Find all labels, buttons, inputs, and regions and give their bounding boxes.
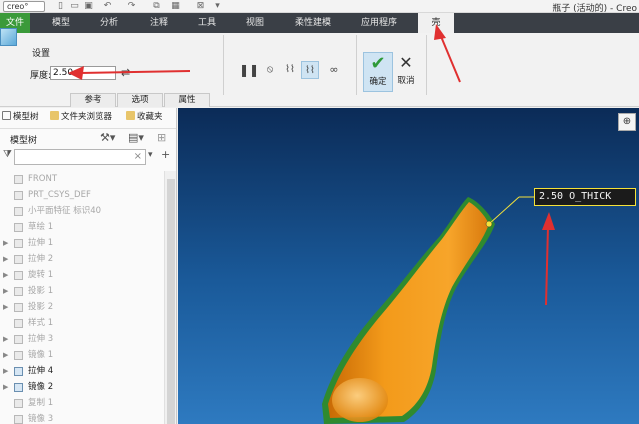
dimension-handle <box>485 220 493 228</box>
annotation-arrow-head <box>542 212 555 230</box>
annotation-arrow-head <box>68 66 84 80</box>
annotation-arrow <box>439 33 461 83</box>
annotation-arrow-head <box>434 24 446 40</box>
thickness-dimension-label[interactable]: 2.50 O_THICK <box>534 188 636 206</box>
bottle-base-face <box>332 378 388 422</box>
dimension-leader-line <box>488 196 520 225</box>
annotation-arrow <box>79 70 191 74</box>
annotation-arrow <box>545 225 549 306</box>
creo-window: creo° ▯ ▭ ▣ ↶ ↷ ⧉ ▦ ⊠ ▾ 瓶子 (活动的) - Creo … <box>0 0 639 424</box>
annotation-overlay <box>68 24 555 424</box>
